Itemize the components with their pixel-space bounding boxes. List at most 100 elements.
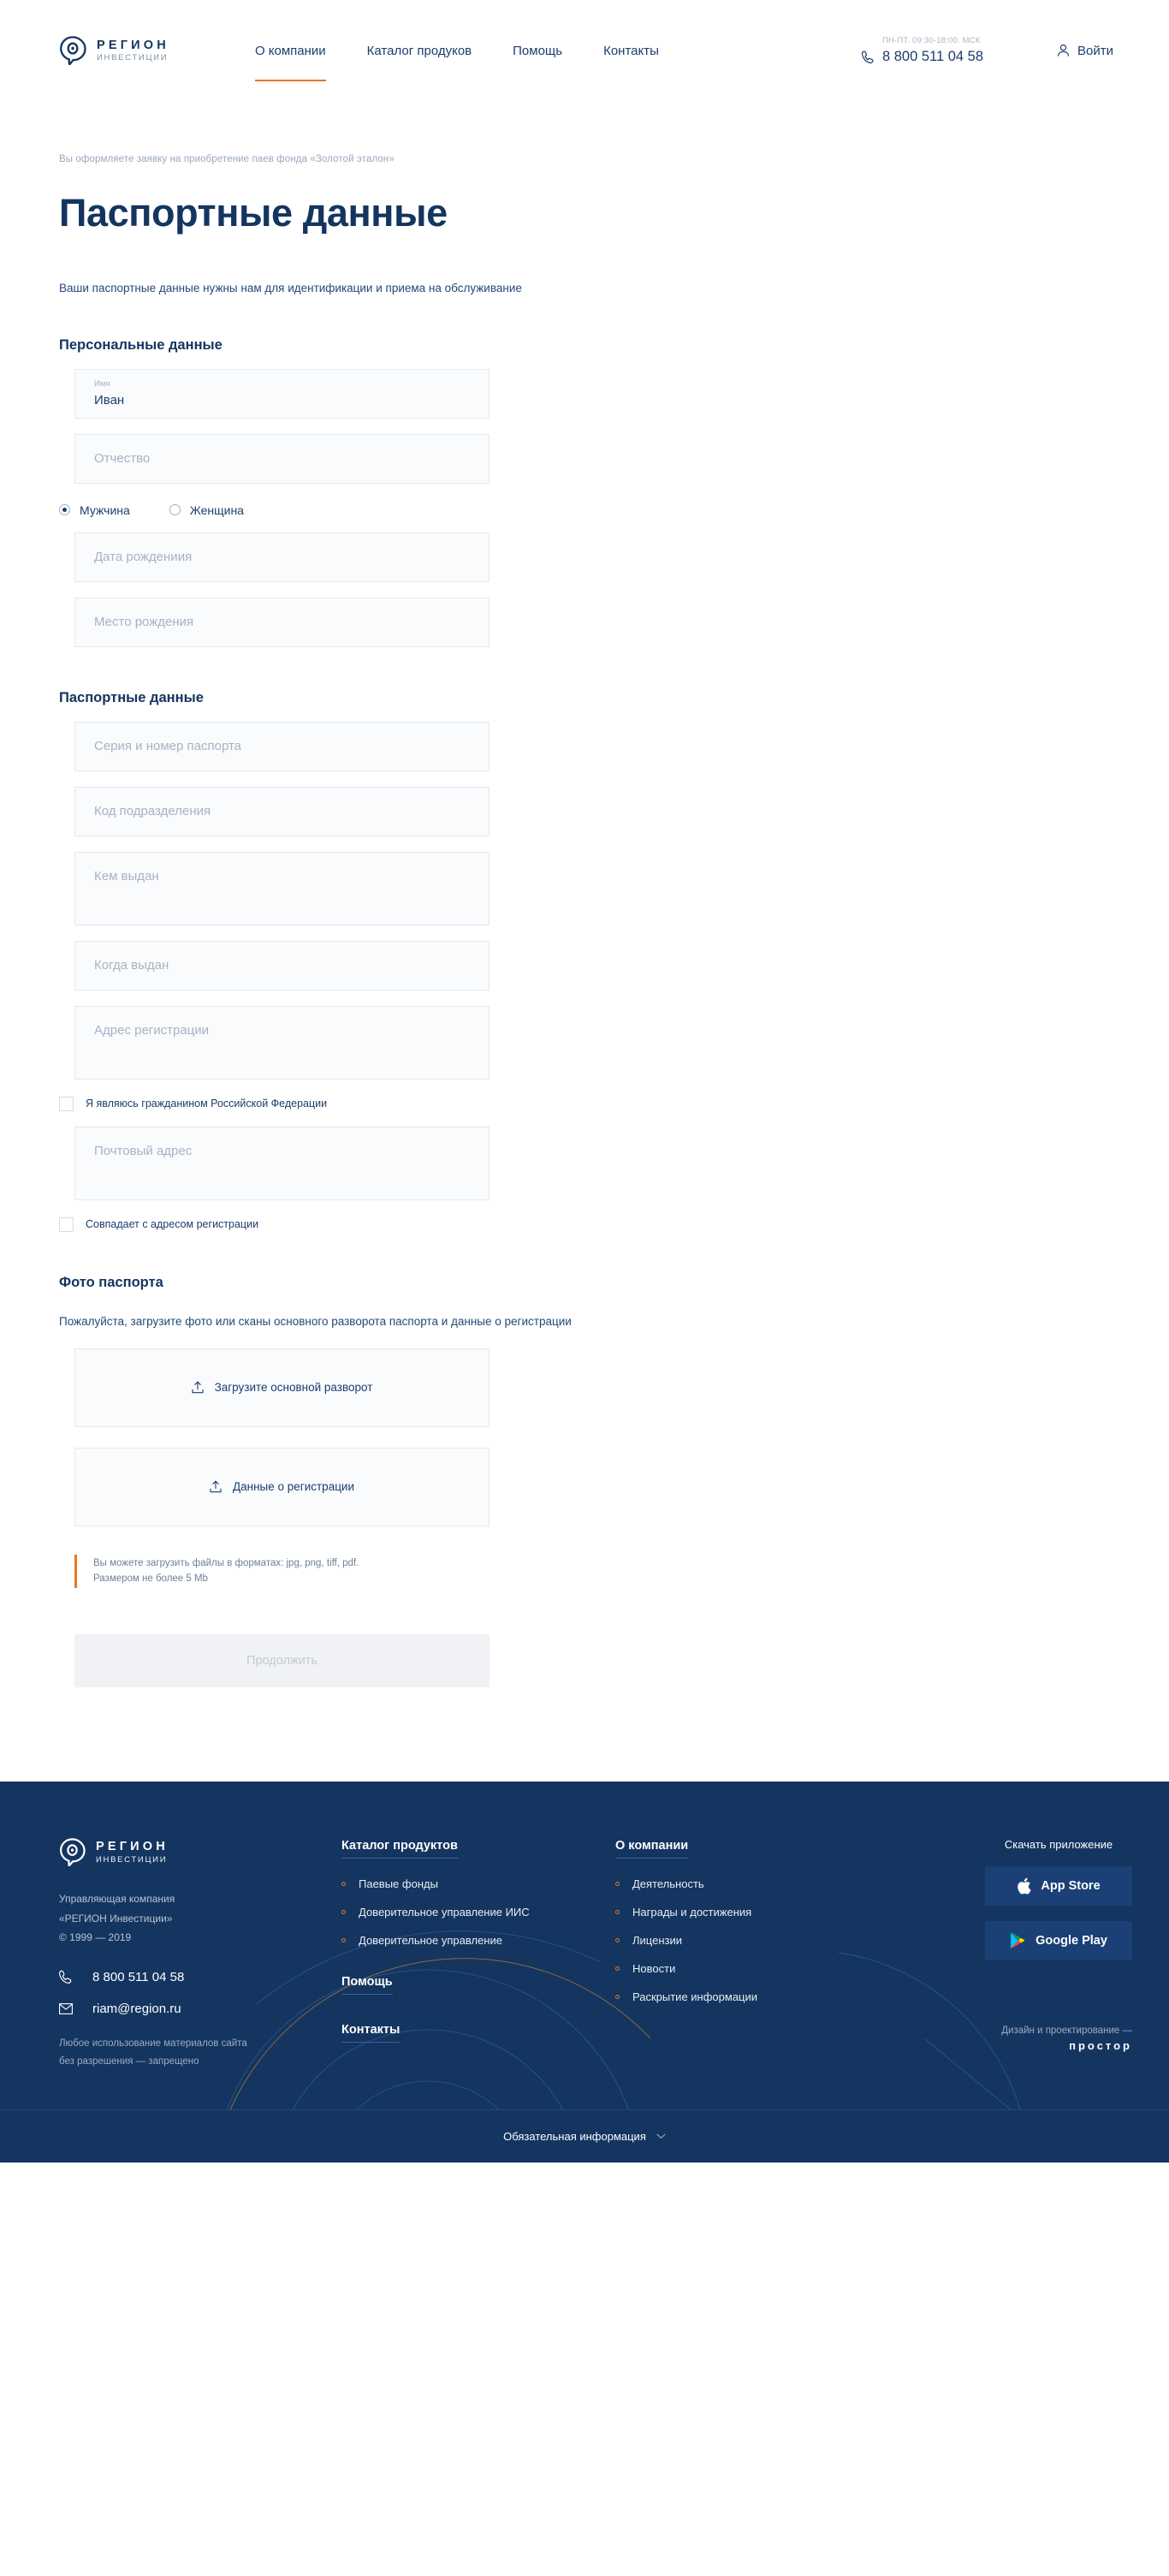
header-phone-block: ПН-ПТ. 09:30-18:00. МСК 8 800 511 04 58 xyxy=(861,36,984,65)
form-postal: Почтовый адрес xyxy=(74,1126,490,1200)
photo-section-text: Пожалуйста, загрузите фото или сканы осн… xyxy=(59,1314,572,1328)
field-value: Иван xyxy=(94,392,125,408)
footer-link-label: Доверительное управление ИИС xyxy=(359,1906,530,1919)
footer-link-label: Доверительное управление xyxy=(359,1934,502,1948)
field-postal-address[interactable]: Почтовый адрес xyxy=(74,1126,490,1200)
field-first-name[interactable]: Имя Иван xyxy=(74,368,490,419)
field-placeholder: Адрес регистрации xyxy=(94,1022,210,1038)
page-title: Паспортные данные xyxy=(59,191,448,235)
upload-main-spread-button[interactable]: Загрузите основной разворот xyxy=(74,1347,490,1427)
app-store-button[interactable]: App Store xyxy=(985,1866,1132,1907)
gender-radio-group: Мужчина Женщина xyxy=(59,503,1132,517)
footer-logo[interactable]: РЕГИОН ИНВЕСТИЦИИ xyxy=(59,1838,341,1867)
header-phone-number: 8 800 511 04 58 xyxy=(881,49,984,64)
company-line-1: Управляющая компания xyxy=(59,1893,175,1906)
login-button[interactable]: Войти xyxy=(1057,44,1113,58)
footer-heading-contacts[interactable]: Контакты xyxy=(341,2023,401,2044)
footer-heading-about[interactable]: О компании xyxy=(615,1839,689,1859)
form-personal: Имя Иван Отчество xyxy=(74,368,490,484)
footer-link-label: Награды и достижения xyxy=(632,1906,752,1919)
section-title-personal: Персональные данные xyxy=(59,336,223,353)
envelope-icon xyxy=(59,2003,73,2014)
radio-dot-icon xyxy=(59,504,70,515)
section-title-passport: Паспортные данные xyxy=(59,689,204,705)
footer-copyright: Любое использование материалов сайта без… xyxy=(59,2035,341,2070)
footer-link-label: Раскрытие информации xyxy=(632,1990,758,2004)
field-placeholder: Когда выдан xyxy=(94,958,169,973)
checkbox-russian-citizen[interactable]: Я являюсь гражданином Российской Федерац… xyxy=(59,1096,1132,1111)
field-placeholder: Почтовый адрес xyxy=(94,1143,193,1158)
footer-link-item[interactable]: Доверительное управление xyxy=(341,1934,615,1947)
footer-link-item[interactable]: Новости xyxy=(615,1962,898,1975)
footer-about-links: Деятельность Награды и достижения Лиценз… xyxy=(615,1877,898,2003)
logo-subtitle: ИНВЕСТИЦИИ xyxy=(97,53,169,62)
footer-about-column: О компании Деятельность Награды и достиж… xyxy=(615,1838,898,2070)
footer-link-item[interactable]: Лицензии xyxy=(615,1934,898,1947)
upload-icon xyxy=(192,1381,204,1394)
note-line-2: Размером не более 5 Mb xyxy=(93,1574,208,1585)
field-issued-date[interactable]: Когда выдан xyxy=(74,940,490,991)
site-logo[interactable]: РЕГИОН ИНВЕСТИЦИИ xyxy=(59,36,169,65)
main-nav: О компании Каталог продуков Помощь Конта… xyxy=(254,0,700,101)
user-icon xyxy=(1057,44,1070,57)
upload-label: Данные о регистрации xyxy=(232,1480,355,1493)
nav-label: Каталог продуков xyxy=(366,43,472,58)
phone-icon xyxy=(861,51,875,64)
bullet-icon xyxy=(615,1938,620,1943)
footer-phone-link[interactable]: 8 800 511 04 58 xyxy=(59,1970,341,1984)
field-issued-by[interactable]: Кем выдан xyxy=(74,851,490,925)
field-department-code[interactable]: Код подразделения xyxy=(74,786,490,836)
continue-button[interactable]: Продолжить xyxy=(74,1634,490,1688)
apple-icon xyxy=(1017,1877,1031,1895)
footer-email-link[interactable]: riam@region.ru xyxy=(59,2002,341,2016)
field-placeholder: Место рождения xyxy=(94,615,194,629)
nav-item-help[interactable]: Помощь xyxy=(513,0,562,101)
checkbox-label: Совпадает с адресом регистрации xyxy=(86,1218,259,1230)
region-logo-icon xyxy=(59,1838,86,1867)
google-play-button[interactable]: Google Play xyxy=(985,1921,1132,1961)
copyright-line-1: Любое использование материалов сайта xyxy=(59,2038,247,2049)
mandatory-info-link[interactable]: Обязательная информация xyxy=(503,2130,666,2143)
footer-logo-name: РЕГИОН xyxy=(96,1840,169,1854)
footer-link-label: Паевые фонды xyxy=(359,1877,438,1891)
footer-company-column: РЕГИОН ИНВЕСТИЦИИ Управляющая компания «… xyxy=(59,1838,341,2070)
nav-item-about[interactable]: О компании xyxy=(254,0,326,101)
breadcrumb: Вы оформляете заявку на приобретение пае… xyxy=(59,154,395,164)
field-registration-address[interactable]: Адрес регистрации xyxy=(74,1005,490,1080)
footer-link-item[interactable]: Паевые фонды xyxy=(341,1877,615,1890)
phone-hours: ПН-ПТ. 09:30-18:00. МСК xyxy=(881,36,981,45)
field-middle-name[interactable]: Отчество xyxy=(74,433,490,484)
header-phone-link[interactable]: 8 800 511 04 58 xyxy=(861,49,984,65)
bullet-icon xyxy=(615,1910,620,1915)
region-logo-icon xyxy=(59,36,86,65)
upload-registration-data-button[interactable]: Данные о регистрации xyxy=(74,1447,490,1526)
footer-link-item[interactable]: Раскрытие информации xyxy=(615,1990,898,2003)
nav-item-contacts[interactable]: Контакты xyxy=(603,0,659,101)
nav-label: Помощь xyxy=(513,43,563,58)
field-birth-date[interactable]: Дата рождениия xyxy=(74,532,490,582)
nav-item-catalog[interactable]: Каталог продуков xyxy=(367,0,472,101)
radio-label: Мужчина xyxy=(80,503,130,517)
footer-link-item[interactable]: Награды и достижения xyxy=(615,1906,898,1919)
company-line-2: «РЕГИОН Инвестиции» xyxy=(59,1912,173,1925)
footer-company-info: Управляющая компания «РЕГИОН Инвестиции»… xyxy=(59,1889,341,1947)
footer-link-label: Деятельность xyxy=(632,1877,704,1891)
section-title-photo: Фото паспорта xyxy=(59,1274,163,1290)
checkbox-same-as-registration[interactable]: Совпадает с адресом регистрации xyxy=(59,1217,1132,1232)
radio-gender-male[interactable]: Мужчина xyxy=(59,503,130,517)
checkbox-label: Я являюсь гражданином Российской Федерац… xyxy=(86,1098,328,1110)
field-placeholder: Отчество xyxy=(94,451,151,466)
field-passport-series-number[interactable]: Серия и номер паспорта xyxy=(74,721,490,771)
footer-link-item[interactable]: Деятельность xyxy=(615,1877,898,1890)
footer-heading-help[interactable]: Помощь xyxy=(341,1975,393,1996)
nav-label: Контакты xyxy=(603,43,659,58)
checkbox-icon xyxy=(59,1217,74,1232)
upload-area: Загрузите основной разворот Данные о рег… xyxy=(74,1347,490,1526)
radio-gender-female[interactable]: Женщина xyxy=(169,503,244,517)
footer-link-item[interactable]: Доверительное управление ИИС xyxy=(341,1906,615,1919)
footer-catalog-column: Каталог продуктов Паевые фонды Доверител… xyxy=(341,1838,615,2070)
mandatory-info-label: Обязательная информация xyxy=(503,2130,646,2144)
credit-line-2[interactable]: простор xyxy=(914,2039,1132,2052)
field-birth-place[interactable]: Место рождения xyxy=(74,597,490,647)
footer-heading-catalog[interactable]: Каталог продуктов xyxy=(341,1839,458,1859)
